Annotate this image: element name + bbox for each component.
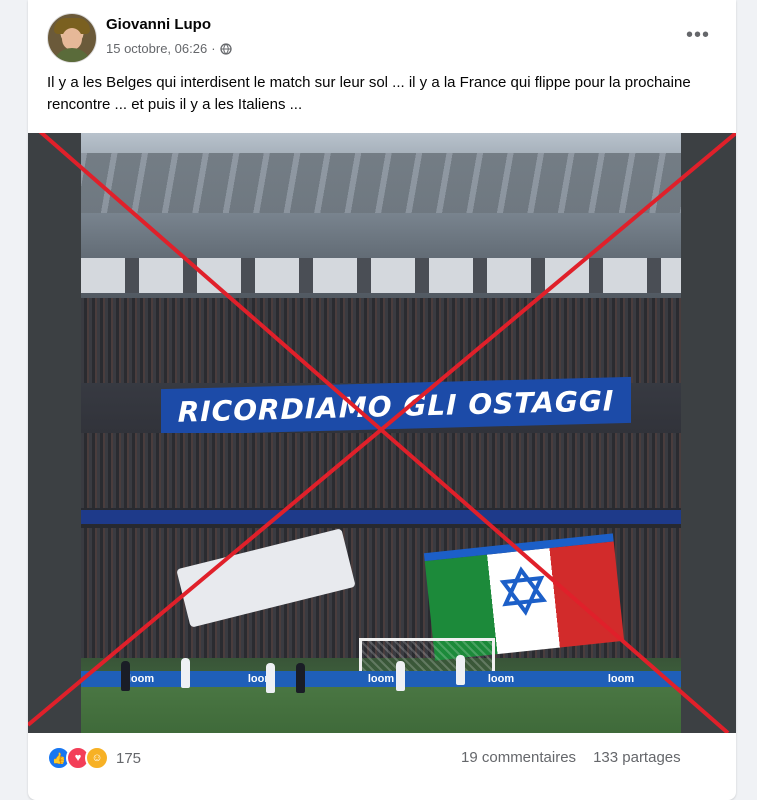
ad-text-5: loom bbox=[607, 673, 635, 685]
meta-separator: · bbox=[211, 41, 216, 56]
author-name[interactable]: Giovanni Lupo bbox=[106, 16, 211, 33]
led-ring bbox=[81, 510, 681, 524]
player bbox=[456, 655, 465, 685]
post-text: Il y a les Belges qui interdisent le mat… bbox=[47, 74, 691, 113]
stadium-photo: RICORDIAMO GLI OSTAGGI loom loom loom lo… bbox=[81, 133, 681, 733]
ad-board: loom loom loom loom loom bbox=[81, 671, 681, 687]
star-of-david-icon bbox=[499, 566, 548, 616]
comments-count[interactable]: 19 commentaires bbox=[461, 749, 576, 766]
avatar-face bbox=[62, 28, 82, 50]
avatar[interactable] bbox=[47, 13, 97, 63]
stadium-roof bbox=[81, 153, 681, 213]
ad-text-1: loom bbox=[127, 673, 155, 685]
post-image[interactable]: RICORDIAMO GLI OSTAGGI loom loom loom lo… bbox=[28, 133, 736, 733]
post-meta: 15 octobre, 06:26 · bbox=[106, 41, 232, 56]
player bbox=[121, 661, 130, 691]
post-card: Giovanni Lupo 15 octobre, 06:26 · ••• Il… bbox=[28, 0, 736, 800]
reaction-count[interactable]: 175 bbox=[116, 750, 141, 767]
reactions-summary[interactable]: 👍 ♥ ☺ 175 bbox=[47, 746, 141, 770]
more-options-button[interactable]: ••• bbox=[680, 22, 716, 48]
avatar-body bbox=[52, 48, 92, 62]
ad-text-3: loom bbox=[367, 673, 395, 685]
shares-count[interactable]: 133 partages bbox=[593, 749, 681, 766]
player bbox=[396, 661, 405, 691]
player bbox=[266, 663, 275, 693]
ad-text-4: loom bbox=[487, 673, 515, 685]
stadium-windows bbox=[81, 258, 681, 293]
crowd-upper bbox=[81, 298, 681, 383]
stadium-banner: RICORDIAMO GLI OSTAGGI bbox=[161, 376, 631, 436]
player bbox=[296, 663, 305, 693]
care-reaction-icon: ☺ bbox=[85, 746, 109, 770]
player bbox=[181, 658, 190, 688]
post-stats: 19 commentaires 133 partages bbox=[461, 749, 681, 766]
globe-icon[interactable] bbox=[219, 42, 232, 55]
crowd-middle bbox=[81, 433, 681, 508]
post-timestamp[interactable]: 15 octobre, 06:26 bbox=[106, 41, 207, 56]
